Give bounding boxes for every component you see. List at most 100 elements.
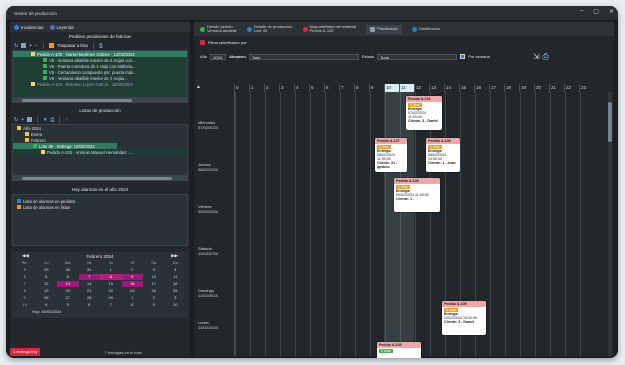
tab-detalle-produccion[interactable]: Detalle de producción Lote 39 (246, 25, 293, 33)
order-card[interactable]: Pedido A-105 0 días (377, 342, 421, 358)
export-icon[interactable]: ⇲ (533, 52, 540, 61)
calendar-day[interactable]: 26 (36, 295, 58, 301)
calendar-day[interactable]: 7 (78, 274, 100, 280)
delete-icon[interactable]: ✕ (43, 117, 47, 123)
days-badge: 0 días (379, 349, 393, 353)
planner-scrollbar[interactable] (608, 92, 612, 356)
scroll-thumb[interactable] (22, 99, 132, 102)
calendar-day[interactable]: 8 (122, 302, 144, 308)
tab-incidencias[interactable]: Incidencias (14, 24, 44, 30)
right-tabs: Detalle pedido Ventana abatible Detalle d… (194, 22, 614, 36)
tab-label: Planificador (377, 26, 399, 31)
warehouse-select[interactable]: Todo (248, 53, 359, 60)
calendar-day[interactable]: 27 (57, 295, 79, 301)
calendar-day[interactable]: 17 (143, 281, 165, 287)
calendar-day[interactable]: 28 (79, 295, 101, 301)
arrow-icon[interactable]: ↑ (65, 117, 68, 123)
calendar-day[interactable]: 9 (143, 302, 165, 308)
calendar-day[interactable]: 29 (100, 295, 122, 301)
order-row[interactable]: Pedido A-101 · Brandon Lopez García · 12… (13, 81, 187, 87)
calendar-day[interactable]: 2 (143, 295, 165, 301)
calendar-day[interactable]: 11 (165, 274, 187, 280)
calendar-day[interactable]: 13 (57, 281, 79, 287)
calendar-day[interactable]: 7 (100, 302, 122, 308)
print-icon[interactable]: ⎙ (50, 117, 54, 123)
alert-item[interactable]: Lista de alarmas en listas (13, 204, 187, 210)
scroll-thumb[interactable] (608, 102, 612, 142)
refresh-icon[interactable]: ↻ (14, 117, 18, 123)
calendar-day[interactable]: 4 (36, 302, 58, 308)
calendar-day[interactable]: 14 (79, 281, 101, 287)
minimize-button[interactable]: – (580, 8, 583, 15)
calendar-day[interactable]: 25 (165, 288, 187, 294)
state-select[interactable]: Todo (377, 53, 458, 60)
calendar-day[interactable]: 30 (57, 267, 79, 273)
maximize-button[interactable]: ▢ (593, 8, 599, 15)
calendar-day[interactable]: 18 (165, 281, 187, 287)
calendar-day[interactable]: 3 (165, 295, 187, 301)
calendar-day[interactable]: 4 (165, 267, 187, 273)
orders-scrollbar[interactable] (12, 98, 188, 103)
calendar-day[interactable]: 5 (57, 302, 79, 308)
calendar-day[interactable]: 8 (100, 274, 122, 280)
tab-disponibilidad[interactable]: Disponibilidad del material Pedido A-109 (302, 25, 356, 33)
print-icon[interactable]: ⎙ (99, 43, 103, 49)
sort-icon[interactable]: ▲ (196, 84, 201, 90)
calendar-day[interactable]: 29 (36, 267, 58, 273)
order-card[interactable]: Pedido A-108 0 días Entrega: 09/02/2024 11:… (394, 178, 440, 212)
weekday-header: Do (172, 260, 178, 265)
client-label: Cliente: 1 - (396, 197, 415, 201)
list-icon[interactable] (21, 43, 27, 48)
calendar-day[interactable]: 10 (143, 274, 165, 280)
list-order-row[interactable]: Pedido A-100 · Antonio Manuel Hernández … (13, 149, 187, 155)
planner-grid[interactable] (234, 92, 594, 356)
calendar-day[interactable]: 19 (36, 288, 58, 294)
calendar-day[interactable]: 3 (143, 267, 165, 273)
calendar-day[interactable]: 15 (100, 281, 122, 287)
tab-planificador[interactable]: Planificador (366, 24, 403, 34)
expand-icon[interactable]: + (21, 117, 24, 123)
next-month-icon[interactable]: ▶▶ (171, 253, 178, 259)
tab-detalle-pedido[interactable]: Detalle pedido Ventana abatible (200, 25, 237, 33)
print-icon[interactable]: ⎙ (543, 52, 549, 62)
calendar-day[interactable]: 21 (79, 288, 101, 294)
calendar-day[interactable]: 1 (100, 267, 122, 273)
collapse-icon[interactable]: − (35, 43, 38, 49)
calendar-day[interactable]: 10 (165, 302, 187, 308)
lists-scrollbar[interactable] (12, 176, 188, 181)
refresh-icon[interactable]: ↻ (14, 43, 18, 49)
expand-icon[interactable]: + (29, 43, 32, 49)
order-card[interactable]: Pedido A-109 0 días Entrega: 12/02/2024 15:… (442, 301, 486, 335)
calendar-day[interactable]: 6 (57, 274, 79, 280)
hour-label: 2 (264, 84, 279, 92)
calendar-day[interactable]: 20 (57, 288, 79, 294)
per-week-checkbox[interactable] (460, 54, 466, 59)
close-button[interactable]: ✕ (609, 8, 614, 15)
transfer-icon[interactable] (49, 43, 55, 48)
calendar-day[interactable]: 24 (143, 288, 165, 294)
calendar-day[interactable]: 2 (122, 267, 144, 273)
list-icon[interactable] (27, 117, 33, 122)
tab-leyenda[interactable]: Leyenda (49, 24, 74, 30)
calendar-day[interactable]: 1 (122, 295, 144, 301)
calendar-day[interactable]: 31 (79, 267, 101, 273)
prev-month-icon[interactable]: ◀◀ (22, 253, 29, 259)
calendar-day[interactable]: 23 (122, 288, 144, 294)
year-select[interactable]: 2024 (210, 53, 227, 60)
order-card[interactable]: Pedido A-106 0 días Entrega: 08/02/2024 12:… (426, 138, 460, 172)
calendar-day[interactable]: 16 (121, 281, 143, 287)
row-text: V5 - Ventana abatible interior de 2 Hoja… (49, 57, 136, 63)
transfer-button[interactable]: Traspasar a lista (57, 43, 88, 48)
order-body: 0 días Entrega: 08/02/2024 11:00:00 Cliente… (375, 144, 407, 170)
row-text: Enero (31, 131, 43, 137)
order-card[interactable]: Pedido A-107 0 días Entrega: 08/02/2024 11:… (375, 138, 407, 172)
calendar-day[interactable]: 6 (79, 302, 101, 308)
scroll-thumb[interactable] (22, 177, 172, 180)
calendar-day[interactable]: 9 (121, 274, 143, 280)
order-card[interactable]: Pedido A-102 0 días Entrega: 07/02/2024 11:… (406, 96, 442, 130)
calendar-day[interactable]: 5 (36, 274, 58, 280)
calendar-day[interactable]: 12 (36, 281, 58, 287)
tab-distribucion[interactable]: Distribución (412, 26, 440, 32)
filter-planner-button[interactable]: Filtrar planificador por (208, 40, 247, 45)
calendar-day[interactable]: 22 (100, 288, 122, 294)
